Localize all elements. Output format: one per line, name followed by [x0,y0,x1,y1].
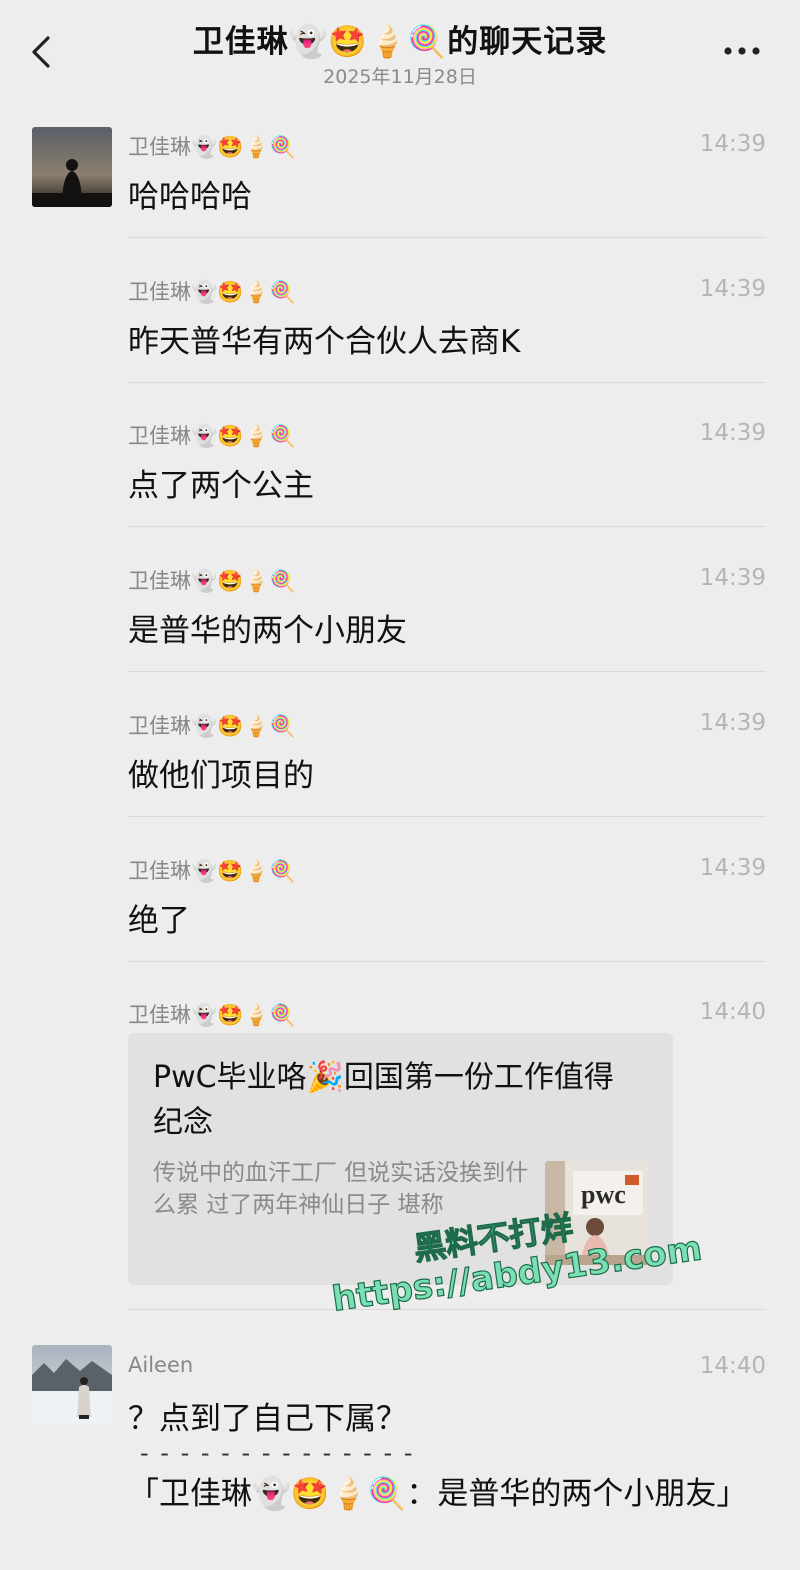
divider [128,816,766,817]
page-title: 卫佳琳👻🤩🍦🍭的聊天记录 [192,24,608,60]
more-button[interactable] [722,36,762,66]
page-date: 2025年11月28日 [323,66,477,88]
sender-name: 卫佳琳👻🤩🍦🍭 [128,280,296,304]
avatar[interactable] [32,127,112,207]
message-time: 14:39 [699,855,766,881]
divider [128,961,766,962]
avatar-snow-image [32,1345,112,1425]
message-time: 14:39 [699,565,766,591]
avatar-silhouette-image [32,127,112,207]
sender-name: 卫佳琳👻🤩🍦🍭 [128,569,296,593]
message-text: 是普华的两个小朋友 [128,613,407,649]
message-time: 14:39 [699,420,766,446]
message-text: 点了两个公主 [128,468,314,504]
sender-name: 卫佳琳👻🤩🍦🍭 [128,1003,296,1027]
message-time: 14:39 [699,710,766,736]
sender-name: 卫佳琳👻🤩🍦🍭 [128,424,296,448]
card-title: PwC毕业咯🎉回国第一份工作值得纪念 [153,1060,614,1140]
sender-name: 卫佳琳👻🤩🍦🍭 [128,859,296,883]
message-time: 14:40 [699,1353,766,1379]
message-time: 14:39 [699,276,766,302]
more-dots-icon [724,47,760,55]
message-text: ？点到了自己下属？ [128,1401,407,1437]
quoted-message: 「卫佳琳👻🤩🍦🍭：是普华的两个小朋友」 [128,1476,748,1512]
chat-history-header: 卫佳琳👻🤩🍦🍭的聊天记录 2025年11月28日 [0,0,800,105]
divider [128,671,766,672]
message-text: 绝了 [128,903,190,939]
message-time: 14:40 [699,999,766,1025]
divider [128,526,766,527]
message-time: 14:39 [699,131,766,157]
quote-separator: - - - - - - - - - - - - - - [140,1439,415,1467]
avatar[interactable] [32,1345,112,1425]
sender-name: 卫佳琳👻🤩🍦🍭 [128,135,296,159]
message-text: 做他们项目的 [128,758,314,794]
message-text: 昨天普华有两个合伙人去商K [128,324,521,360]
message-text: 哈哈哈哈 [128,179,252,215]
divider [128,237,766,238]
sender-name: Aileen [128,1353,194,1377]
divider [128,382,766,383]
sender-name: 卫佳琳👻🤩🍦🍭 [128,714,296,738]
